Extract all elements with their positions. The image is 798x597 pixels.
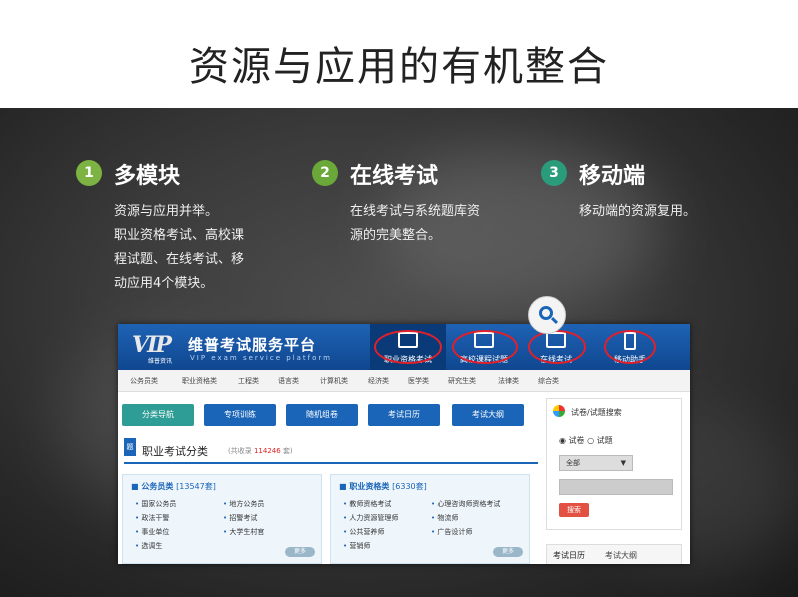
function-buttons: 分类导航 专项训练 随机组卷 考试日历 考试大纲 — [118, 404, 538, 428]
category-item[interactable]: 广告设计师 — [431, 527, 472, 537]
feature-line: 源的完美整合。 — [350, 228, 442, 243]
category-bar: 公务员类 职业资格类 工程类 语言类 计算机类 经济类 医学类 研究生类 法律类… — [118, 370, 690, 392]
feature-title: 在线考试 — [350, 164, 439, 189]
more-button[interactable]: 更多 — [285, 547, 315, 557]
exam-calendar-button[interactable]: 考试日历 — [368, 404, 440, 426]
category-link[interactable]: 综合类 — [538, 376, 559, 386]
logo-mark: VIP — [132, 332, 172, 358]
category-link[interactable]: 语言类 — [278, 376, 299, 386]
category-item[interactable]: 大学生村官 — [223, 527, 264, 537]
feature-line: 程试题、在线考试、移 — [114, 252, 245, 267]
box-title[interactable]: ■ 公务员类 [13547套] — [131, 481, 216, 492]
site-name: 维普考试服务平台 — [188, 336, 317, 354]
slide-title: 资源与应用的有机整合 — [189, 44, 609, 90]
feature-line: 动应用4个模块。 — [114, 276, 214, 291]
feature-line: 职业资格考试、高校课 — [114, 228, 245, 243]
special-training-button[interactable]: 专项训练 — [204, 404, 276, 426]
site-screenshot: VIP 维普资讯 维普考试服务平台 VIP exam service platf… — [118, 324, 690, 564]
search-panel-title: 试卷/试题搜索 — [571, 408, 622, 417]
colorful-logo-icon — [553, 405, 565, 417]
category-box-civil-servant: ■ 公务员类 [13547套] 国家公务员 地方公务员 政法干警 招警考试 事业… — [122, 474, 322, 564]
category-item[interactable]: 国家公务员 — [135, 499, 176, 509]
site-subtitle: VIP exam service platform — [190, 354, 333, 362]
box-title[interactable]: ■ 职业资格类 [6330套] — [339, 481, 427, 492]
site-logo[interactable]: VIP 维普资讯 — [132, 332, 176, 365]
exam-syllabus-button[interactable]: 考试大纲 — [452, 404, 524, 426]
feature-description: 资源与应用并举。 职业资格考试、高校课 程试题、在线考试、移 动应用4个模块。 — [114, 200, 274, 296]
section-title: 职业考试分类 — [142, 445, 208, 458]
feature-number-badge: 1 — [76, 160, 102, 186]
tab-exam-calendar[interactable]: 考试日历 — [553, 550, 585, 561]
feature-description: 在线考试与系统题库资 源的完美整合。 — [350, 200, 510, 248]
feature-number-badge: 2 — [312, 160, 338, 186]
highlight-circle — [374, 330, 442, 364]
category-item[interactable]: 人力资源管理师 — [343, 513, 398, 523]
feature-line: 资源与应用并举。 — [114, 204, 219, 219]
feature-title: 移动端 — [579, 164, 646, 189]
highlight-circle — [604, 330, 656, 364]
highlight-circle — [452, 330, 518, 364]
section-count: (共收录 114246 套) — [228, 447, 293, 455]
search-panel: 试卷/试题搜索 ◉ 试卷 ○ 试题 全部 搜索 — [546, 398, 682, 530]
category-item[interactable]: 公共营养师 — [343, 527, 384, 537]
category-link[interactable]: 工程类 — [238, 376, 259, 386]
category-item[interactable]: 物流师 — [431, 513, 458, 523]
category-link[interactable]: 计算机类 — [320, 376, 348, 386]
tab-exam-syllabus[interactable]: 考试大纲 — [605, 550, 637, 561]
category-item[interactable]: 营销师 — [343, 541, 370, 551]
feature-description: 移动端的资源复用。 — [579, 200, 739, 224]
category-item[interactable]: 事业单位 — [135, 527, 169, 537]
side-tabs: 考试日历 考试大纲 — [546, 544, 682, 564]
more-button[interactable]: 更多 — [493, 547, 523, 557]
category-item[interactable]: 教师资格考试 — [343, 499, 391, 509]
slide-header: 资源与应用的有机整合 — [0, 0, 798, 108]
search-button[interactable]: 搜索 — [559, 503, 589, 517]
category-box-professional: ■ 职业资格类 [6330套] 教师资格考试 心理咨询师资格考试 人力资源管理师… — [330, 474, 530, 564]
search-icon[interactable] — [528, 296, 566, 334]
category-link[interactable]: 研究生类 — [448, 376, 476, 386]
search-input[interactable] — [559, 479, 673, 495]
section-header: 题 职业考试分类 (共收录 114246 套) — [124, 438, 538, 464]
highlight-circle — [528, 330, 586, 364]
category-item[interactable]: 心理咨询师资格考试 — [431, 499, 500, 509]
category-link[interactable]: 公务员类 — [130, 376, 158, 386]
feature-line: 在线考试与系统题库资 — [350, 204, 481, 219]
logo-subtext: 维普资讯 — [148, 358, 173, 365]
feature-title: 多模块 — [114, 164, 181, 189]
category-nav-button[interactable]: 分类导航 — [122, 404, 194, 426]
feature-number-badge: 3 — [541, 160, 567, 186]
category-item[interactable]: 选调生 — [135, 541, 162, 551]
feature-line: 移动端的资源复用。 — [579, 204, 697, 219]
site-header: VIP 维普资讯 维普考试服务平台 VIP exam service platf… — [118, 324, 690, 370]
section-tag-icon: 题 — [124, 438, 136, 456]
category-link[interactable]: 法律类 — [498, 376, 519, 386]
slide-body: 1 多模块 资源与应用并举。 职业资格考试、高校课 程试题、在线考试、移 动应用… — [0, 108, 798, 597]
category-item[interactable]: 政法干警 — [135, 513, 169, 523]
category-link[interactable]: 职业资格类 — [182, 376, 217, 386]
category-select[interactable]: 全部 — [559, 455, 633, 471]
search-type-radios[interactable]: ◉ 试卷 ○ 试题 — [559, 435, 613, 446]
category-item[interactable]: 招警考试 — [223, 513, 257, 523]
random-paper-button[interactable]: 随机组卷 — [286, 404, 358, 426]
category-link[interactable]: 医学类 — [408, 376, 429, 386]
category-item[interactable]: 地方公务员 — [223, 499, 264, 509]
category-link[interactable]: 经济类 — [368, 376, 389, 386]
